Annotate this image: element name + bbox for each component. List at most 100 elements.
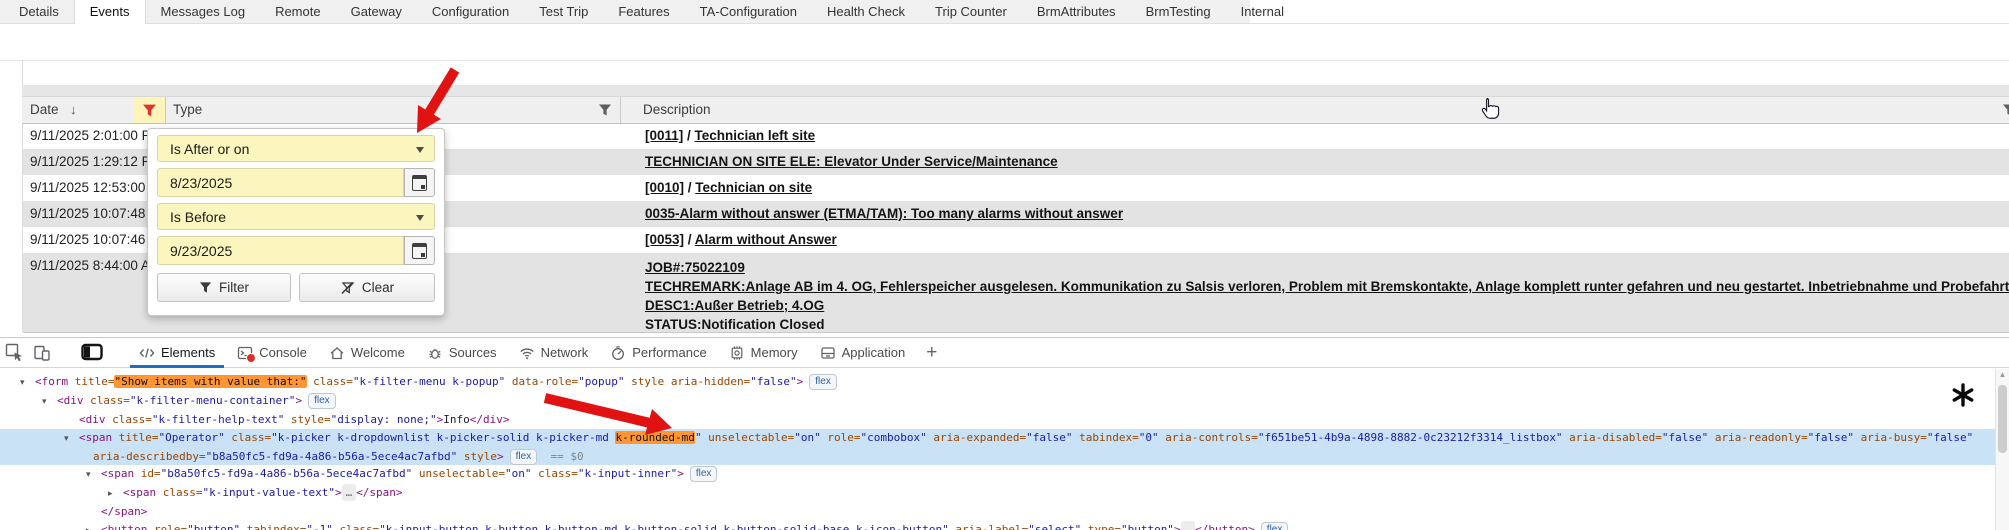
column-header-date[interactable]: Date ↓ [22,97,166,123]
dom-tree-node[interactable]: ▸<span class="k-input-value-text">…</spa… [0,484,1995,503]
code-token-ellipsis[interactable]: … [1181,521,1196,530]
dom-tree-node[interactable]: </span> [0,503,1995,520]
tab-internal[interactable]: Internal [1226,0,1299,23]
filter-operator-1-dropdown[interactable]: Is After or on [157,135,435,162]
expand-arrow-down-icon[interactable]: ▾ [20,375,35,392]
dom-tree-node[interactable]: aria-describedby="b8a50fc5-fd9a-4a86-b56… [0,448,1995,465]
calendar-icon [412,243,427,259]
column-header-description[interactable]: Description [620,97,2009,123]
description-link[interactable]: TECHREMARK:Anlage AB im 4. OG, Fehlerspe… [645,279,2009,294]
more-tabs-button[interactable]: + [916,339,947,367]
tab-messages-log[interactable]: Messages Log [146,0,261,23]
devtools-tab-network[interactable]: Network [508,338,600,368]
dom-tree-node[interactable]: ▾<form title="Show items with value that… [0,373,1995,392]
column-header-type[interactable]: Type [165,97,621,123]
description-link[interactable]: [0010] [645,180,684,195]
description-link[interactable]: [0011] [645,128,683,143]
device-toolbar-icon[interactable] [28,339,56,367]
code-token-badge[interactable]: flex [1261,522,1289,530]
scroll-up-arrow-icon[interactable]: ▲ [1996,370,2009,379]
code-token-badge[interactable]: flex [510,449,538,465]
code-token-attr: style= [284,413,330,426]
filter-date-1-input[interactable]: 8/23/2025 [157,168,404,197]
tab-features[interactable]: Features [603,0,684,23]
date-filter-button[interactable] [134,97,165,123]
devtools-tab-performance[interactable]: Performance [599,338,717,368]
description-link[interactable]: TECHNICIAN ON SITE ELE: Elevator Under S… [645,154,1058,169]
tab-remote[interactable]: Remote [260,0,336,23]
code-token-tag: > [677,467,684,480]
expand-arrow-down-icon[interactable]: ▾ [86,467,101,484]
expand-arrow-right-icon[interactable]: ▸ [86,523,101,530]
tab-brmattributes[interactable]: BrmAttributes [1022,0,1131,23]
description-link[interactable]: DESC1:Außer Betrieb; 4.OG [645,298,824,313]
tab-ta-configuration[interactable]: TA-Configuration [685,0,812,23]
devtools-tab-console[interactable]: Console [226,338,318,368]
code-token-attr: title= [112,431,158,444]
application-icon [820,345,836,361]
panel-layout-icon[interactable] [78,339,106,367]
tab-events[interactable]: Events [74,0,146,24]
filter-operator-2-dropdown[interactable]: Is Before [157,203,435,230]
tab-strip: DetailsEventsMessages LogRemoteGatewayCo… [0,0,2009,24]
description-link[interactable]: [0053] [645,232,684,247]
description-link[interactable]: Alarm without Answer [695,232,837,247]
filter-date-2-calendar-button[interactable] [404,236,435,265]
expand-arrow-down-icon[interactable]: ▾ [42,394,57,411]
tab-gateway[interactable]: Gateway [336,0,417,23]
description-link[interactable]: 0035-Alarm without answer (ETMA/TAM): To… [645,206,1123,221]
inspect-icon[interactable] [0,339,28,367]
code-token-badge[interactable]: flex [809,374,837,390]
devtools-elements-tree: ▾<form title="Show items with value that… [0,369,1995,530]
tab-brmtesting[interactable]: BrmTesting [1131,0,1226,23]
devtools-tab-memory[interactable]: Memory [718,338,809,368]
devtools-tab-label: Network [541,338,589,368]
code-token-tag: <div [57,394,84,407]
error-badge [246,353,256,363]
type-filter-button[interactable] [598,103,612,120]
code-token-attr: class= [307,375,353,388]
tab-test-trip[interactable]: Test Trip [524,0,603,23]
code-token-attr: aria-readonly= [1708,431,1807,444]
code-token-attr: title= [68,375,114,388]
dom-tree-node[interactable]: ▸<button role="button" tabindex="-1" cla… [0,521,1995,530]
tab-health-check[interactable]: Health Check [812,0,920,23]
clear-button[interactable]: Clear [299,273,435,302]
code-token-badge[interactable]: flex [690,466,718,482]
devtools-tab-sources[interactable]: Sources [416,338,508,368]
dom-tree-node[interactable]: ▾<span id="b8a50fc5-fd9a-4a86-b56a-5ece4… [0,465,1995,484]
tab-details[interactable]: Details [4,0,74,23]
filter-button[interactable]: Filter [157,273,291,302]
grid-header-row: Date ↓ Type Description [22,97,2009,124]
code-token-eq: == $0 [537,450,583,463]
devtools-tab-welcome[interactable]: Welcome [318,338,416,368]
date-filter-popup: Is After or on 8/23/2025 Is Before 9/23/… [147,128,445,316]
description-line: STATUS:Notification Closed [645,315,2009,334]
tab-configuration[interactable]: Configuration [417,0,524,23]
devtools-tab-elements[interactable]: Elements [128,338,226,368]
code-token-val: "on" [505,467,532,480]
expand-arrow-down-icon[interactable]: ▾ [64,431,79,448]
dom-tree-node[interactable]: <div class="k-filter-help-text" style="d… [0,411,1995,428]
devtools-scrollbar[interactable]: ▲ [1995,369,2009,530]
asterisk-icon[interactable] [1950,382,1976,413]
devtools-toolbar: ElementsConsoleWelcomeSources Network Perf… [0,338,2009,368]
scrollbar-thumb[interactable] [1998,385,2007,453]
code-token-ellipsis[interactable]: … [342,484,357,501]
description-link[interactable]: JOB#:75022109 [645,260,745,275]
sources-icon [427,345,443,361]
dom-tree-node[interactable]: ▾<span title="Operator" class="k-picker … [0,429,1995,448]
filter-date-1-calendar-button[interactable] [404,168,435,197]
expand-arrow-right-icon[interactable]: ▸ [108,486,123,503]
code-token-val: "false" [1026,431,1072,444]
devtools-tab-application[interactable]: Application [809,338,917,368]
description-link[interactable]: Technician on site [695,180,812,195]
filter-date-2-input[interactable]: 9/23/2025 [157,236,404,265]
dom-tree-node[interactable]: ▾<div class="k-filter-menu-container">fl… [0,392,1995,411]
cell-description: 0035-Alarm without answer (ETMA/TAM): To… [645,201,2009,227]
code-token-val: "k-input-inner" [578,467,677,480]
description-link[interactable]: Technician left site [695,128,816,143]
tab-trip-counter[interactable]: Trip Counter [920,0,1022,23]
description-filter-button[interactable] [2002,103,2009,120]
code-token-badge[interactable]: flex [308,393,336,409]
